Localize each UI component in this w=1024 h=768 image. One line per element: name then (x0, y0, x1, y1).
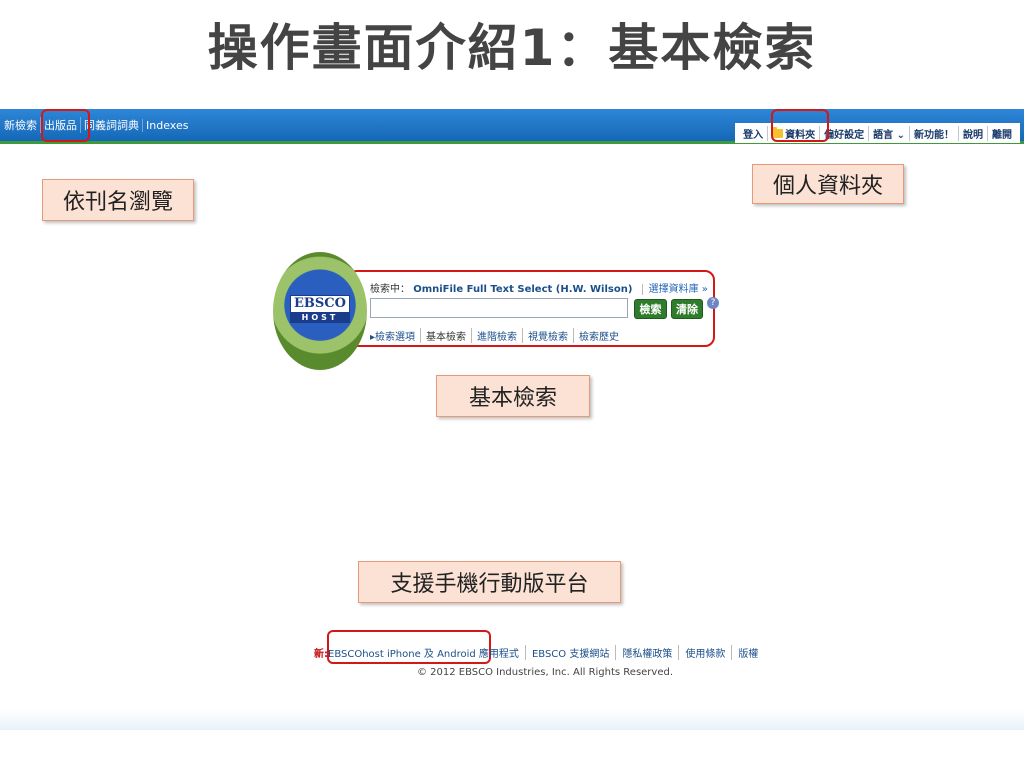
copyright-link[interactable]: 版權 (731, 645, 764, 660)
callout-personal-folder: 個人資料夾 (752, 164, 904, 204)
new-label: 新: (314, 649, 328, 660)
search-options-link[interactable]: ▸檢索選項 (370, 328, 420, 343)
advanced-search-link[interactable]: 進階檢索 (471, 328, 522, 343)
nav-help[interactable]: 說明 (958, 125, 987, 141)
visual-search-link[interactable]: 視覺檢索 (522, 328, 573, 343)
search-button[interactable]: 檢索 (634, 299, 667, 319)
highlight-publications (41, 109, 90, 142)
callout-mobile-platform: 支援手機行動版平台 (358, 561, 621, 603)
searching-in-label: 檢索中： OmniFile Full Text Select (H.W. Wil… (370, 280, 708, 295)
support-site-link[interactable]: EBSCO 支援網站 (524, 645, 615, 660)
search-input[interactable] (370, 298, 628, 318)
searching-prefix: 檢索中： (370, 284, 410, 295)
basic-search-panel: 檢索中： OmniFile Full Text Select (H.W. Wil… (350, 270, 719, 346)
terms-of-use-link[interactable]: 使用條款 (678, 645, 731, 660)
callout-browse-publications: 依刊名瀏覽 (42, 179, 194, 221)
database-name: OmniFile Full Text Select (H.W. Wilson) (413, 284, 633, 295)
top-navigation-bar: 新檢索 出版品 同義詞詞典 Indexes 登入 資料夾 偏好設定 語言 ⌄ 新… (0, 109, 1024, 144)
help-icon[interactable]: ? (707, 297, 719, 309)
nav-indexes[interactable]: Indexes (142, 118, 191, 132)
nav-sign-in[interactable]: 登入 (739, 126, 767, 141)
search-history-link[interactable]: 檢索歷史 (573, 328, 624, 343)
nav-exit[interactable]: 離開 (987, 125, 1016, 141)
nav-language[interactable]: 語言 ⌄ (868, 125, 909, 141)
clear-button[interactable]: 清除 (671, 299, 703, 319)
primary-nav: 新檢索 出版品 同義詞詞典 Indexes (4, 117, 191, 133)
footer-links: 新: EBSCOhost iPhone 及 Android 應用程式 EBSCO… (314, 645, 764, 660)
search-mode-links: ▸檢索選項 基本檢索 進階檢索 視覺檢索 檢索歷史 (370, 328, 624, 343)
copyright-text: © 2012 EBSCO Industries, Inc. All Rights… (416, 667, 674, 678)
nav-new-features[interactable]: 新功能！ (909, 125, 958, 141)
logo-brand: EBSCO (290, 295, 350, 313)
nav-new-search[interactable]: 新檢索 (4, 117, 40, 133)
callout-basic-search: 基本檢索 (436, 375, 590, 417)
logo-sub: HOST (290, 313, 350, 323)
choose-database-link[interactable]: 選擇資料庫 » (641, 284, 708, 295)
slide-title: 操作畫面介紹1：基本檢索 (207, 19, 817, 77)
mobile-app-link[interactable]: EBSCOhost iPhone 及 Android 應用程式 (328, 645, 519, 660)
basic-search-link[interactable]: 基本檢索 (420, 328, 471, 343)
privacy-policy-link[interactable]: 隱私權政策 (615, 645, 678, 660)
bottom-band (0, 710, 1024, 730)
highlight-folder (771, 109, 829, 142)
